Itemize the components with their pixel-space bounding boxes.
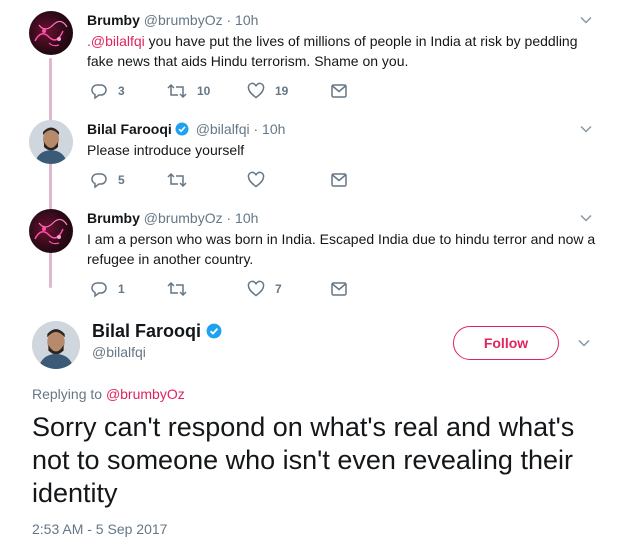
dm-button[interactable] (330, 171, 348, 189)
like-icon (247, 82, 265, 99)
dm-button[interactable] (330, 82, 348, 100)
replying-mention-link[interactable]: @brumbyOz (106, 386, 185, 402)
verified-badge-icon (206, 323, 222, 339)
retweet-button[interactable]: 10 (167, 82, 210, 100)
reply-button[interactable]: 3 (90, 82, 125, 100)
author-name[interactable]: Bilal Farooqi (87, 121, 172, 137)
reply-icon (91, 282, 107, 298)
tweet-header: Brumby @brumbyOz · 10h (87, 209, 258, 227)
reply-button[interactable]: 1 (90, 280, 125, 298)
tweet-text: Please introduce yourself (87, 140, 597, 160)
tweet-header: Brumby @brumbyOz · 10h (87, 11, 258, 29)
like-count: 7 (275, 282, 282, 296)
tweet-header: Bilal Farooqi @bilalfqi · 10h (87, 120, 285, 138)
tweet-time[interactable]: 10h (235, 210, 258, 226)
reply-icon (91, 173, 107, 189)
replying-to: Replying to @brumbyOz (32, 386, 185, 402)
tweet-text: I am a person who was born in India. Esc… (87, 229, 597, 269)
author-handle[interactable]: @brumbyOz (144, 12, 223, 28)
tweet-body: Please introduce yourself (87, 142, 245, 158)
retweet-icon (167, 281, 187, 297)
reply-icon (91, 84, 107, 100)
verified-badge-icon (175, 122, 189, 136)
like-icon (247, 171, 265, 188)
chevron-down-icon[interactable] (577, 336, 591, 350)
author-name[interactable]: Brumby (87, 210, 140, 226)
separator-dot: · (226, 210, 232, 226)
reply-count: 1 (118, 282, 125, 296)
retweet-icon (167, 83, 187, 99)
separator-dot: · (226, 12, 232, 28)
like-button[interactable] (247, 171, 265, 189)
main-avatar[interactable] (32, 321, 80, 369)
reply-count: 3 (118, 84, 125, 98)
main-author-handle[interactable]: @bilalfqi (92, 344, 146, 360)
like-count: 19 (275, 84, 289, 98)
author-handle[interactable]: @brumbyOz (144, 210, 223, 226)
retweet-count: 10 (197, 84, 211, 98)
tweet-body: I am a person who was born in India. Esc… (87, 231, 596, 267)
main-author-name[interactable]: Bilal Farooqi (92, 320, 225, 342)
retweet-button[interactable] (167, 280, 187, 298)
like-icon (247, 280, 265, 297)
chevron-down-icon[interactable] (579, 211, 593, 225)
thread-connector-line (49, 58, 52, 288)
dm-icon (331, 173, 347, 187)
retweet-icon (167, 172, 187, 188)
separator-dot: · (253, 121, 259, 137)
main-author-name-text[interactable]: Bilal Farooqi (92, 321, 201, 341)
avatar[interactable] (29, 209, 73, 253)
mention-link[interactable]: .@bilalfqi (87, 33, 145, 49)
reply-count: 5 (118, 173, 125, 187)
tweet-body: you have put the lives of millions of pe… (87, 33, 578, 69)
author-name[interactable]: Brumby (87, 12, 140, 28)
retweet-button[interactable] (167, 171, 187, 189)
replying-prefix: Replying to (32, 386, 106, 402)
like-button[interactable]: 7 (247, 280, 282, 298)
chevron-down-icon[interactable] (579, 122, 593, 136)
dm-button[interactable] (330, 280, 348, 298)
chevron-down-icon[interactable] (579, 13, 593, 27)
reply-button[interactable]: 5 (90, 171, 125, 189)
follow-button[interactable]: Follow (453, 326, 559, 360)
tweet-text: .@bilalfqi you have put the lives of mil… (87, 31, 597, 71)
author-handle[interactable]: @bilalfqi (196, 121, 250, 137)
like-button[interactable]: 19 (247, 82, 288, 100)
avatar[interactable] (29, 11, 73, 55)
dm-icon (331, 282, 347, 296)
tweet-time[interactable]: 10h (262, 121, 285, 137)
tweet-time[interactable]: 10h (235, 12, 258, 28)
dm-icon (331, 84, 347, 98)
main-tweet-text: Sorry can't respond on what's real and w… (32, 412, 575, 508)
avatar[interactable] (29, 120, 73, 164)
tweet-timestamp[interactable]: 2:53 AM - 5 Sep 2017 (32, 521, 167, 537)
